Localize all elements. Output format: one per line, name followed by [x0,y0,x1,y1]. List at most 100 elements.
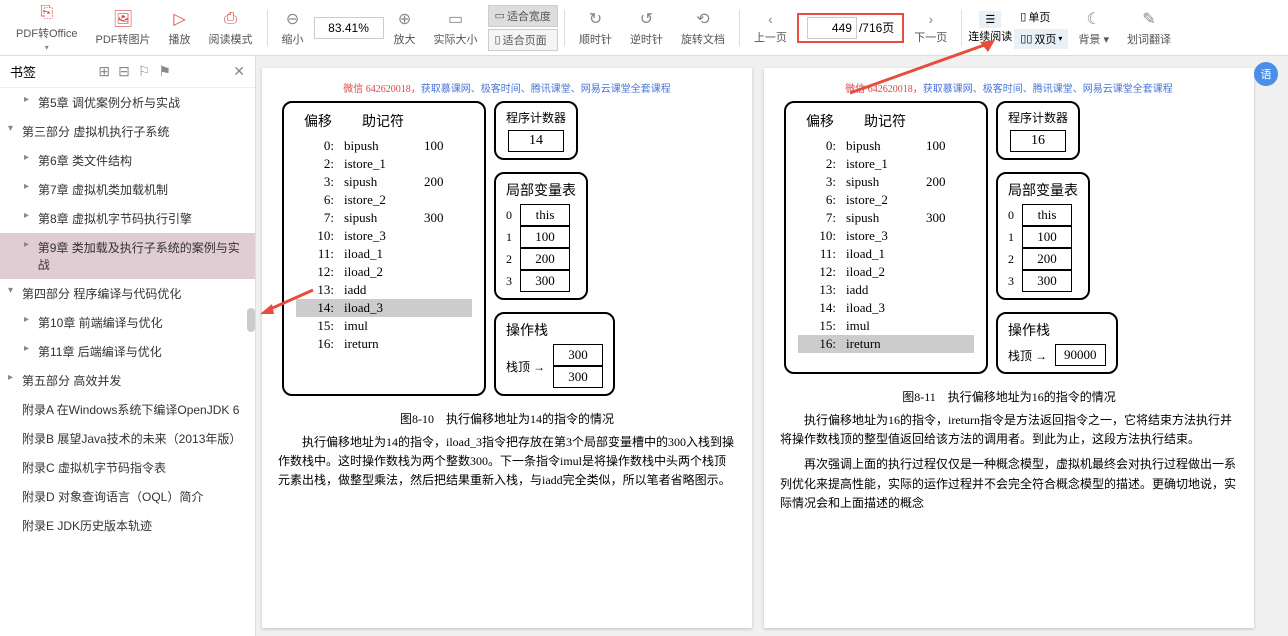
word-translate[interactable]: ✎划词翻译 [1119,7,1179,49]
tree-label: 附录E JDK历史版本轨迹 [22,517,152,534]
tree-item[interactable]: ▾第四部分 程序编译与代码优化 [0,279,255,308]
code-row: 14:iload_3 [798,299,974,317]
code-row: 0:bipush100 [296,137,472,155]
code-row: 15:imul [798,317,974,335]
single-page-icon: ▯ [1020,10,1026,23]
tree-item[interactable]: 附录E JDK历史版本轨迹 [0,511,255,540]
zoom-out[interactable]: ⊖缩小 [274,7,312,49]
pdf-to-image[interactable]: 🖼PDF转图片 [88,7,159,49]
tree-item[interactable]: ▸第5章 调优案例分析与实战 [0,88,255,117]
bookmark-add-icon[interactable]: ⚑ [158,63,171,80]
bookmark-icon[interactable]: ⚐ [138,63,151,80]
code-row: 11:iload_1 [798,245,974,263]
tree-item[interactable]: ▸第9章 类加载及执行子系统的案例与实战 [0,233,255,279]
code-row: 2:istore_1 [798,155,974,173]
code-row: 15:imul [296,317,472,335]
page-left: 微信 642620018，获取慕课网、极客时间、腾讯课堂、网易云课堂全套课程偏移… [262,68,752,628]
tree-arrow-icon: ▸ [24,314,36,325]
tree-label: 附录D 对象查询语言（OQL）简介 [22,488,203,505]
tree-arrow-icon: ▸ [24,239,36,250]
tree-label: 第五部分 高效并发 [22,372,121,389]
tree-item[interactable]: ▸第10章 前端编译与优化 [0,308,255,337]
bytecode-box: 偏移助记符0:bipush1002:istore_13:sipush2006:i… [282,101,486,396]
fit-width[interactable]: ▭适合宽度 [488,5,558,27]
tree-item[interactable]: ▸第7章 虚拟机类加载机制 [0,175,255,204]
page-header: 微信 642620018，获取慕课网、极客时间、腾讯课堂、网易云课堂全套课程 [278,80,736,95]
continuous-icon: ☰ [985,13,995,26]
body-para: 执行偏移地址为14的指令，iload_3指令把存放在第3个局部变量槽中的300入… [278,433,736,491]
rotate-doc[interactable]: ⟲旋转文档 [673,7,733,49]
program-counter-box: 程序计数器14 [494,101,578,160]
document-viewport[interactable]: 微信 642620018，获取慕课网、极客时间、腾讯课堂、网易云课堂全套课程偏移… [256,56,1288,636]
figure-caption: 图8-10 执行偏移地址为14的指令的情况 [278,410,736,427]
tree-item[interactable]: ▸第6章 类文件结构 [0,146,255,175]
operand-stack-box: 操作栈栈顶 →300300 [494,312,615,396]
tree-item[interactable]: ▸第8章 虚拟机字节码执行引擎 [0,204,255,233]
zoom-in[interactable]: ⊕放大 [386,7,424,49]
chevron-right-icon: › [922,11,939,27]
page-right: 微信 642620018，获取慕课网、极客时间、腾讯课堂、网易云课堂全套课程偏移… [764,68,1254,628]
tree-label: 附录B 展望Java技术的未来（2013年版） [22,430,241,447]
read-icon: ⎙ [221,9,241,29]
tree-arrow-icon: ▾ [8,285,20,296]
var-row: 3300 [506,270,576,292]
operand-stack-box: 操作栈栈顶 →90000 [996,312,1118,374]
single-page[interactable]: ▯单页 [1014,7,1068,27]
toolbar: ⎘PDF转Office▾ 🖼PDF转图片 ▷播放 ⎙阅读模式 ⊖缩小 ⊕放大 ▭… [0,0,1288,56]
read-mode[interactable]: ⎙阅读模式 [201,7,261,49]
actual-size[interactable]: ▭实际大小 [426,7,486,49]
tree-arrow-icon: ▸ [24,152,36,163]
scrollbar-thumb[interactable] [247,308,255,332]
tree-item[interactable]: 附录B 展望Java技术的未来（2013年版） [0,424,255,453]
moon-icon: ☾ [1084,9,1104,29]
code-row: 7:sipush300 [798,209,974,227]
tree-label: 第6章 类文件结构 [38,152,132,169]
office-icon: ⎘ [37,3,57,23]
code-row: 10:istore_3 [798,227,974,245]
close-sidebar-icon[interactable]: ✕ [233,63,245,80]
var-row: 1100 [1008,226,1078,248]
tree-label: 附录C 虚拟机字节码指令表 [22,459,166,476]
code-row: 12:iload_2 [296,263,472,281]
rotate-cw[interactable]: ↻顺时针 [571,7,620,49]
tree-label: 附录A 在Windows系统下编译OpenJDK 6 [22,401,239,418]
zoom-out-icon: ⊖ [283,9,303,29]
var-row: 0this [506,204,576,226]
tree-item[interactable]: 附录C 虚拟机字节码指令表 [0,453,255,482]
tree-item[interactable]: 附录A 在Windows系统下编译OpenJDK 6 [0,395,255,424]
tree-item[interactable]: ▾第三部分 虚拟机执行子系统 [0,117,255,146]
prev-page[interactable]: ‹上一页 [746,9,795,47]
rotate-doc-icon: ⟲ [693,9,713,29]
next-page[interactable]: ›下一页 [906,9,955,47]
tree-item[interactable]: ▸第五部分 高效并发 [0,366,255,395]
tree-item[interactable]: 附录D 对象查询语言（OQL）简介 [0,482,255,511]
pdf-to-office[interactable]: ⎘PDF转Office▾ [8,1,86,54]
fit-page-icon: ▯ [495,33,501,46]
tree-item[interactable]: ▸第11章 后端编译与优化 [0,337,255,366]
rotate-cw-icon: ↻ [585,9,605,29]
page-number-box: /716页 [797,13,904,43]
tree-arrow-icon: ▾ [8,123,20,134]
fit-page[interactable]: ▯适合页面 [488,29,558,51]
zoom-input[interactable] [314,17,384,39]
tree-arrow-icon: ▸ [24,343,36,354]
expand-icon[interactable]: ⊞ [98,63,110,80]
code-row: 0:bipush100 [798,137,974,155]
chevron-left-icon: ‹ [762,11,779,27]
tree-arrow-icon: ▸ [24,94,36,105]
continuous-read[interactable]: ☰ [979,11,1001,28]
rotate-ccw[interactable]: ↺逆时针 [622,7,671,49]
bookmark-tree: ▸第5章 调优案例分析与实战▾第三部分 虚拟机执行子系统▸第6章 类文件结构▸第… [0,88,255,636]
code-row: 13:iadd [296,281,472,299]
double-page[interactable]: ▯▯双页▾ [1014,29,1068,49]
var-row: 2200 [1008,248,1078,270]
code-row: 3:sipush200 [296,173,472,191]
tree-label: 第7章 虚拟机类加载机制 [38,181,168,198]
code-row: 6:istore_2 [296,191,472,209]
page-input[interactable] [807,17,857,39]
body-para: 再次强调上面的执行过程仅仅是一种概念模型，虚拟机最终会对执行过程做出一系列优化来… [780,455,1238,513]
play-button[interactable]: ▷播放 [161,7,199,49]
floating-badge[interactable]: 语 [1254,62,1278,86]
background[interactable]: ☾背景 ▾ [1070,7,1117,49]
collapse-icon[interactable]: ⊟ [118,63,130,80]
